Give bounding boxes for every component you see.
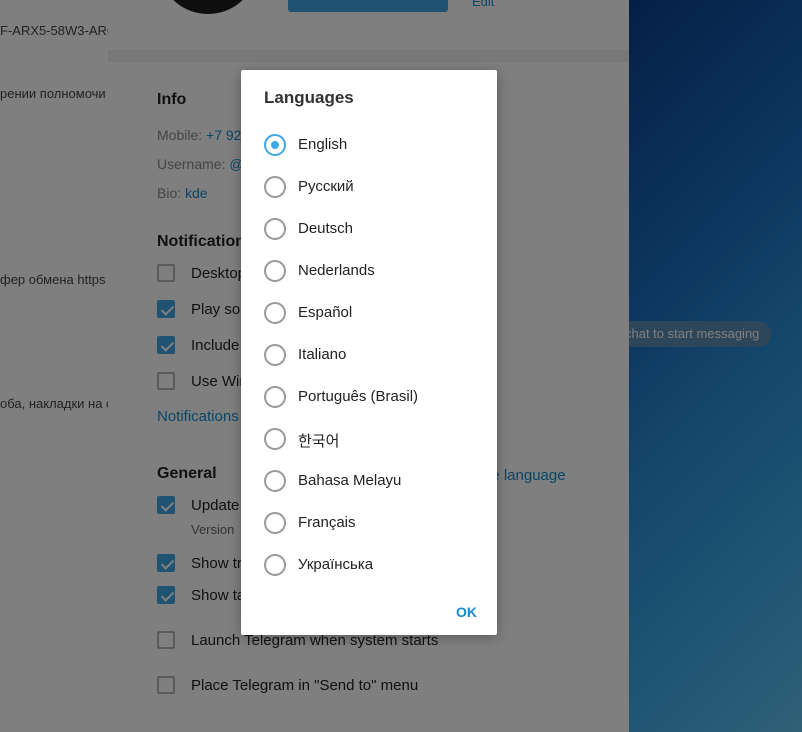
language-label: Русский bbox=[298, 178, 354, 195]
dialog-title: Languages bbox=[264, 88, 354, 107]
language-label: Italiano bbox=[298, 346, 347, 363]
language-option-spanish[interactable]: Español bbox=[262, 299, 482, 327]
radio-icon[interactable] bbox=[264, 386, 286, 408]
language-option-dutch[interactable]: Nederlands bbox=[262, 257, 482, 285]
radio-icon[interactable] bbox=[264, 428, 286, 450]
ok-button[interactable]: OK bbox=[456, 604, 477, 620]
radio-icon[interactable] bbox=[264, 512, 286, 534]
language-option-english[interactable]: English bbox=[262, 131, 482, 159]
language-label: Nederlands bbox=[298, 262, 375, 279]
language-label: Deutsch bbox=[298, 220, 354, 237]
radio-icon[interactable] bbox=[264, 554, 286, 576]
language-label: Français bbox=[298, 514, 356, 531]
language-option-malay[interactable]: Bahasa Melayu bbox=[262, 467, 482, 495]
language-label: Português (Brasil) bbox=[298, 388, 419, 405]
language-option-french[interactable]: Français bbox=[262, 509, 482, 537]
language-option-korean[interactable]: 한국어 bbox=[262, 425, 482, 453]
radio-icon[interactable] bbox=[264, 260, 286, 282]
radio-icon[interactable] bbox=[264, 218, 286, 240]
languages-dialog: Languages English Русский Deutsch Nederl… bbox=[241, 70, 497, 635]
language-option-german[interactable]: Deutsch bbox=[262, 215, 482, 243]
radio-icon[interactable] bbox=[264, 302, 286, 324]
language-option-ukrainian[interactable]: Українська bbox=[262, 551, 482, 579]
language-label: Bahasa Melayu bbox=[298, 472, 402, 489]
radio-icon[interactable] bbox=[264, 344, 286, 366]
language-option-russian[interactable]: Русский bbox=[262, 173, 482, 201]
language-label: English bbox=[298, 136, 348, 153]
language-option-italian[interactable]: Italiano bbox=[262, 341, 482, 369]
language-label: Español bbox=[298, 304, 353, 321]
language-option-portuguese-brazil[interactable]: Português (Brasil) bbox=[262, 383, 482, 411]
radio-icon[interactable] bbox=[264, 470, 286, 492]
radio-selected-icon[interactable] bbox=[264, 134, 286, 156]
language-label: Українська bbox=[298, 556, 374, 573]
language-label: 한국어 bbox=[298, 433, 340, 450]
radio-icon[interactable] bbox=[264, 176, 286, 198]
